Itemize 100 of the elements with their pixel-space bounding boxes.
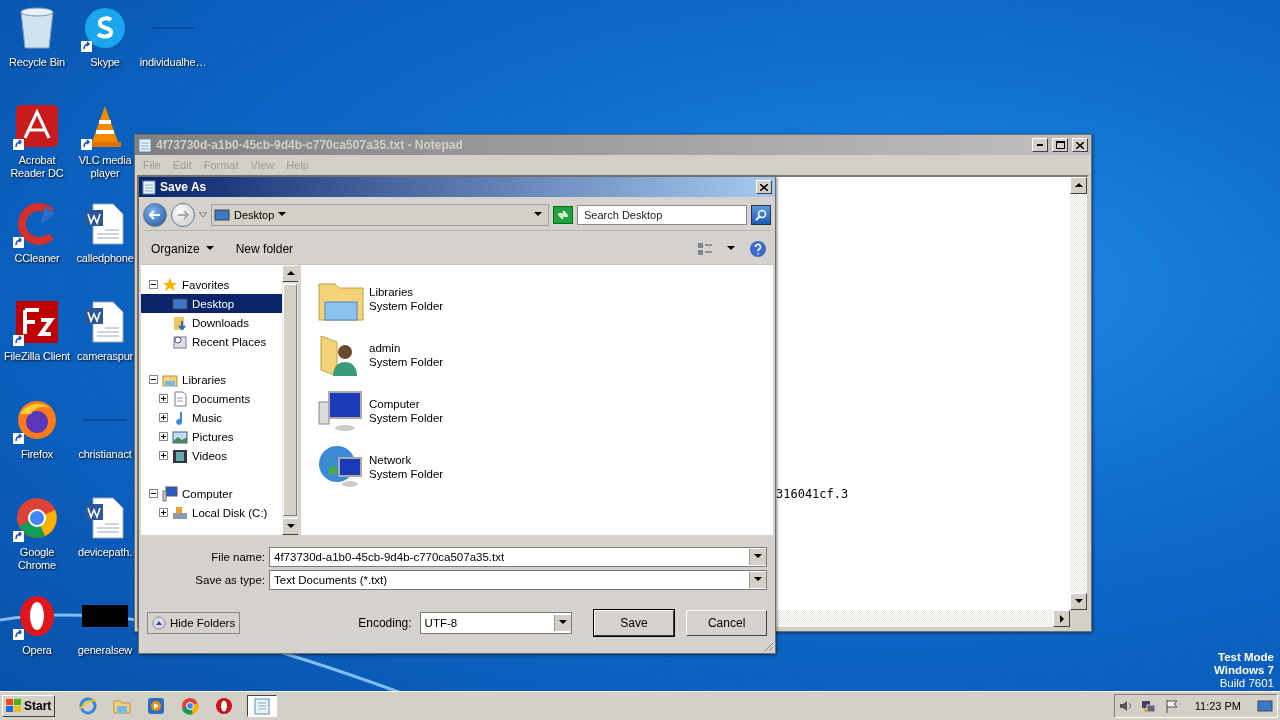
desktop-icon-label[interactable]: generalsew <box>77 644 133 657</box>
minus-icon <box>150 490 157 497</box>
word-document-icon <box>83 300 127 344</box>
desktop-icon-label[interactable]: Firefox <box>20 448 54 461</box>
hide-folders-button[interactable]: Hide Folders <box>147 612 241 634</box>
tree-item[interactable]: Libraries <box>141 370 282 389</box>
vertical-scrollbar[interactable] <box>1070 177 1087 610</box>
folder-item[interactable]: Libraries System Folder <box>317 273 757 325</box>
recycle-bin-icon <box>18 6 56 50</box>
folder-item[interactable]: Computer System Folder <box>317 385 757 437</box>
tree-item[interactable]: Downloads <box>141 313 282 332</box>
media-player-icon <box>147 697 166 715</box>
test-mode-text: Test Mode <box>1218 651 1274 664</box>
desktop-icon-label[interactable]: individualhe… <box>139 56 207 69</box>
start-button[interactable]: Start <box>2 695 56 717</box>
forward-arrow-icon <box>177 210 189 220</box>
address-bar[interactable]: Desktop <box>211 204 549 226</box>
chrome-icon <box>181 697 200 715</box>
collapse-button[interactable] <box>149 489 158 498</box>
back-button[interactable] <box>143 203 167 227</box>
collapse-button[interactable] <box>149 375 158 384</box>
close-button[interactable] <box>1072 138 1088 152</box>
vertical-scrollbar[interactable] <box>282 265 298 535</box>
minus-icon <box>150 281 157 288</box>
minimize-button[interactable] <box>1032 138 1048 152</box>
dialog-button[interactable]: Save <box>593 610 675 636</box>
monitor-icon <box>214 207 230 223</box>
speaker-icon[interactable] <box>1118 699 1133 713</box>
scroll-down-button[interactable] <box>1070 593 1087 610</box>
tree-item[interactable]: Computer <box>141 484 282 503</box>
desktop-icon-label[interactable]: calledphone <box>76 252 134 265</box>
toolbar-button[interactable]: New folder <box>231 240 298 258</box>
tree-item[interactable]: Recent Places <box>141 332 282 351</box>
search-button[interactable] <box>751 205 771 225</box>
star-icon <box>162 276 178 293</box>
expand-button[interactable] <box>159 508 168 517</box>
word-document-icon <box>83 496 127 540</box>
plus-icon <box>160 414 167 421</box>
document-icon <box>172 390 188 407</box>
tree-item[interactable]: Local Disk (C:) <box>141 503 282 522</box>
download-folder-icon <box>172 314 188 331</box>
computer-icon <box>162 485 178 502</box>
desktop-icon-label[interactable]: Google Chrome <box>0 546 74 572</box>
tree-item[interactable]: Music <box>141 408 282 427</box>
close-button[interactable] <box>756 180 772 194</box>
desktop-icon-label[interactable]: Acrobat Reader DC <box>0 154 74 180</box>
desktop-icon-label[interactable]: cameraspur <box>76 350 134 363</box>
windows-logo-icon <box>6 699 22 713</box>
file-type-dropdown[interactable]: Text Documents (*.txt) <box>269 569 767 590</box>
close-icon <box>1076 141 1084 149</box>
scroll-up-button[interactable] <box>1070 177 1087 194</box>
recent-places-icon <box>172 333 188 350</box>
desktop-icon-label[interactable]: devicepath. <box>77 546 133 559</box>
caret-icon <box>278 211 287 219</box>
folder-item[interactable]: admin System Folder <box>317 329 757 381</box>
help-icon[interactable] <box>749 240 767 258</box>
expand-button[interactable] <box>159 432 168 441</box>
expand-button[interactable] <box>159 413 168 422</box>
refresh-button[interactable] <box>553 206 573 224</box>
skype-logo-icon <box>83 6 127 50</box>
search-field[interactable]: Search Desktop <box>577 205 747 225</box>
desktop-icon-label[interactable]: CCleaner <box>14 252 60 265</box>
field-label: Encoding: <box>358 616 412 630</box>
toolbar-button[interactable]: Organize <box>147 240 218 258</box>
file-name-field[interactable]: 4f73730d-a1b0-45cb-9d4b-c770ca507a35.txt <box>269 546 767 567</box>
maximize-button[interactable] <box>1052 138 1068 152</box>
editor-text: 316041cf.3 <box>776 487 849 501</box>
scroll-right-button[interactable] <box>1053 610 1070 627</box>
plus-icon <box>160 433 167 440</box>
tree-item[interactable]: Pictures <box>141 427 282 446</box>
tree-item[interactable]: Videos <box>141 446 282 465</box>
chrome-icon <box>15 496 59 540</box>
flag-icon[interactable] <box>1164 699 1179 713</box>
folder-item[interactable]: Network System Folder <box>317 441 757 493</box>
collapse-button[interactable] <box>149 280 158 289</box>
encoding-dropdown[interactable]: UTF-8 <box>419 612 572 634</box>
history-caret-icon[interactable] <box>199 212 207 218</box>
desktop-icon-label[interactable]: Recycle Bin <box>9 56 65 69</box>
desktop-icon-label[interactable]: FileZilla Client <box>4 350 70 363</box>
caret-icon <box>205 245 214 253</box>
expand-button[interactable] <box>159 451 168 460</box>
clock[interactable]: 11:23 PM <box>1194 700 1241 712</box>
dropdown-arrow-icon <box>754 552 762 561</box>
tree-item[interactable]: Favorites <box>141 275 282 294</box>
forward-button[interactable] <box>171 203 195 227</box>
tree-item[interactable]: Documents <box>141 389 282 408</box>
taskbar-app-button[interactable] <box>247 695 278 717</box>
tree-item[interactable]: Desktop <box>141 294 282 313</box>
show-desktop-icon[interactable] <box>1257 699 1273 713</box>
resize-grip[interactable] <box>764 642 774 652</box>
caret-icon <box>534 211 542 219</box>
expand-button[interactable] <box>159 394 168 403</box>
dialog-button[interactable]: Cancel <box>686 610 767 636</box>
desktop-icon-label[interactable]: VLC media player <box>74 154 136 180</box>
filezilla-icon <box>15 300 59 344</box>
desktop-icon-label[interactable]: Opera <box>22 644 52 657</box>
desktop-icon-label[interactable]: Skype <box>90 56 120 69</box>
notepad-icon <box>142 179 156 195</box>
desktop-icon-label[interactable]: christianact <box>78 448 132 461</box>
network-icon[interactable] <box>1140 699 1157 713</box>
